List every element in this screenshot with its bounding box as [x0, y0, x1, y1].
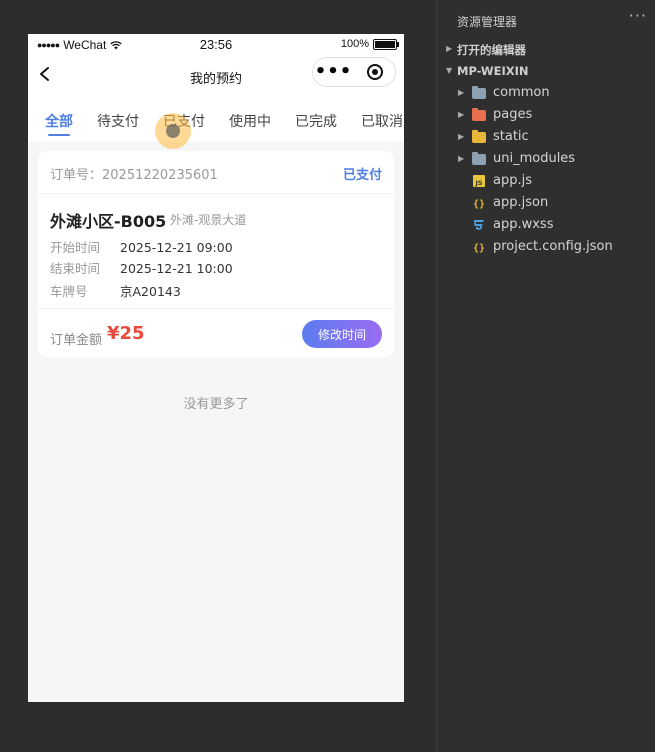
- explorer-panel: 资源管理器 ··· ▶ 打开的编辑器 ▼ MP-WEIXIN ▶ common …: [437, 0, 655, 752]
- tree-item-label: uni_modules: [493, 151, 576, 166]
- pages-folder-icon: [472, 108, 486, 122]
- project-section[interactable]: ▼ MP-WEIXIN: [437, 60, 655, 82]
- tree-item-pages[interactable]: ▶ pages: [437, 104, 655, 126]
- field-value: 2025-12-21 09:00: [120, 240, 233, 255]
- simulator-area: ●●●●● WeChat 23:56 100% 我的预约 ••• 全部 待支付 …: [0, 0, 436, 752]
- tree-item-label: project.config.json: [493, 239, 613, 254]
- tree-item-label: static: [493, 129, 529, 144]
- chevron-right-icon: ▶: [458, 154, 465, 163]
- tab-label: 使用中: [229, 114, 271, 130]
- json-file-icon: {}: [473, 199, 485, 210]
- svg-text:{}: {}: [473, 199, 485, 210]
- static-folder-icon: [472, 130, 486, 144]
- tree-item-label: app.wxss: [493, 217, 554, 232]
- tree-item-label: app.js: [493, 173, 532, 188]
- chevron-right-icon: ▶: [458, 132, 465, 141]
- battery-icon: [373, 38, 399, 50]
- tree-item-label: app.json: [493, 195, 549, 210]
- modify-time-button[interactable]: 修改时间: [302, 320, 382, 348]
- order-card[interactable]: 订单号：20251220235601 已支付 外滩小区-B005 外滩-观景大道…: [38, 151, 394, 357]
- tree-item-app-json[interactable]: {} app.json: [437, 192, 655, 214]
- amount-label: 订单金额: [50, 333, 103, 348]
- field-value: 京A20143: [120, 284, 181, 299]
- tab-label: 全部: [45, 114, 73, 130]
- close-miniprogram-button[interactable]: [354, 63, 395, 81]
- field-label: 车牌号: [50, 284, 88, 299]
- chevron-right-icon: ▶: [458, 88, 465, 97]
- order-card-body: 外滩小区-B005 外滩-观景大道 开始时间 2025-12-21 09:00 结…: [38, 194, 394, 309]
- tree-item-common[interactable]: ▶ common: [437, 82, 655, 104]
- tab-label: 已取消: [361, 114, 403, 130]
- target-icon: [366, 64, 383, 80]
- start-time-row: 开始时间 2025-12-21 09:00: [50, 237, 233, 256]
- status-bar: ●●●●● WeChat 23:56 100%: [28, 34, 404, 56]
- parking-lot-name: 外滩小区-B005: [50, 212, 167, 231]
- plate-row: 车牌号 京A20143: [50, 281, 181, 300]
- touch-indicator: [155, 113, 191, 149]
- js-file-icon: JS: [473, 175, 485, 187]
- menu-capsule: •••: [312, 57, 396, 87]
- svg-text:{}: {}: [473, 243, 485, 254]
- status-right: 100%: [340, 38, 399, 50]
- phone-screen: ●●●●● WeChat 23:56 100% 我的预约 ••• 全部 待支付 …: [28, 34, 404, 702]
- folder-icon: [472, 86, 486, 100]
- more-menu-button[interactable]: •••: [313, 57, 354, 87]
- chevron-right-icon: ▶: [446, 44, 453, 53]
- folder-icon: [472, 152, 486, 166]
- explorer-title: 资源管理器: [457, 15, 518, 29]
- svg-text:JS: JS: [474, 179, 482, 187]
- end-time-row: 结束时间 2025-12-21 10:00: [50, 258, 233, 277]
- parking-lot-address: 外滩-观景大道: [170, 213, 247, 227]
- tree-item-static[interactable]: ▶ static: [437, 126, 655, 148]
- active-tab-indicator: [48, 134, 70, 136]
- order-card-header: 订单号：20251220235601 已支付: [38, 151, 394, 194]
- tree-item-project-config[interactable]: {} project.config.json: [437, 236, 655, 258]
- tree-item-app-wxss[interactable]: app.wxss: [437, 214, 655, 236]
- order-card-footer: 订单金额 ¥25 修改时间: [38, 309, 394, 357]
- tree-item-label: common: [493, 85, 550, 100]
- battery-percent: 100%: [340, 38, 369, 50]
- css-file-icon: [474, 220, 484, 230]
- tab-label: 待支付: [97, 114, 139, 130]
- tree-item-app-js[interactable]: JS app.js: [437, 170, 655, 192]
- section-label: MP-WEIXIN: [457, 64, 529, 78]
- order-amount: ¥25: [107, 323, 145, 344]
- order-tabs: 全部 待支付 已支付 使用中 已完成 已取消: [28, 96, 404, 142]
- order-number: 订单号：20251220235601: [50, 168, 218, 183]
- open-editors-section[interactable]: ▶ 打开的编辑器: [437, 38, 655, 60]
- chevron-down-icon: ▼: [446, 66, 453, 75]
- tree-item-label: pages: [493, 107, 533, 122]
- json-file-icon: {}: [473, 243, 485, 254]
- field-label: 开始时间: [50, 240, 101, 255]
- tree-item-uni-modules[interactable]: ▶ uni_modules: [437, 148, 655, 170]
- nav-bar: 我的预约 •••: [28, 56, 404, 96]
- field-value: 2025-12-21 10:00: [120, 261, 233, 276]
- field-label: 结束时间: [50, 261, 101, 276]
- explorer-header: 资源管理器 ···: [437, 0, 655, 38]
- explorer-more-button[interactable]: ···: [629, 6, 647, 25]
- chevron-right-icon: ▶: [458, 110, 465, 119]
- tab-label: 已完成: [295, 114, 337, 130]
- no-more-text: 没有更多了: [183, 397, 249, 412]
- section-label: 打开的编辑器: [457, 43, 526, 57]
- status-badge: 已支付: [342, 168, 382, 183]
